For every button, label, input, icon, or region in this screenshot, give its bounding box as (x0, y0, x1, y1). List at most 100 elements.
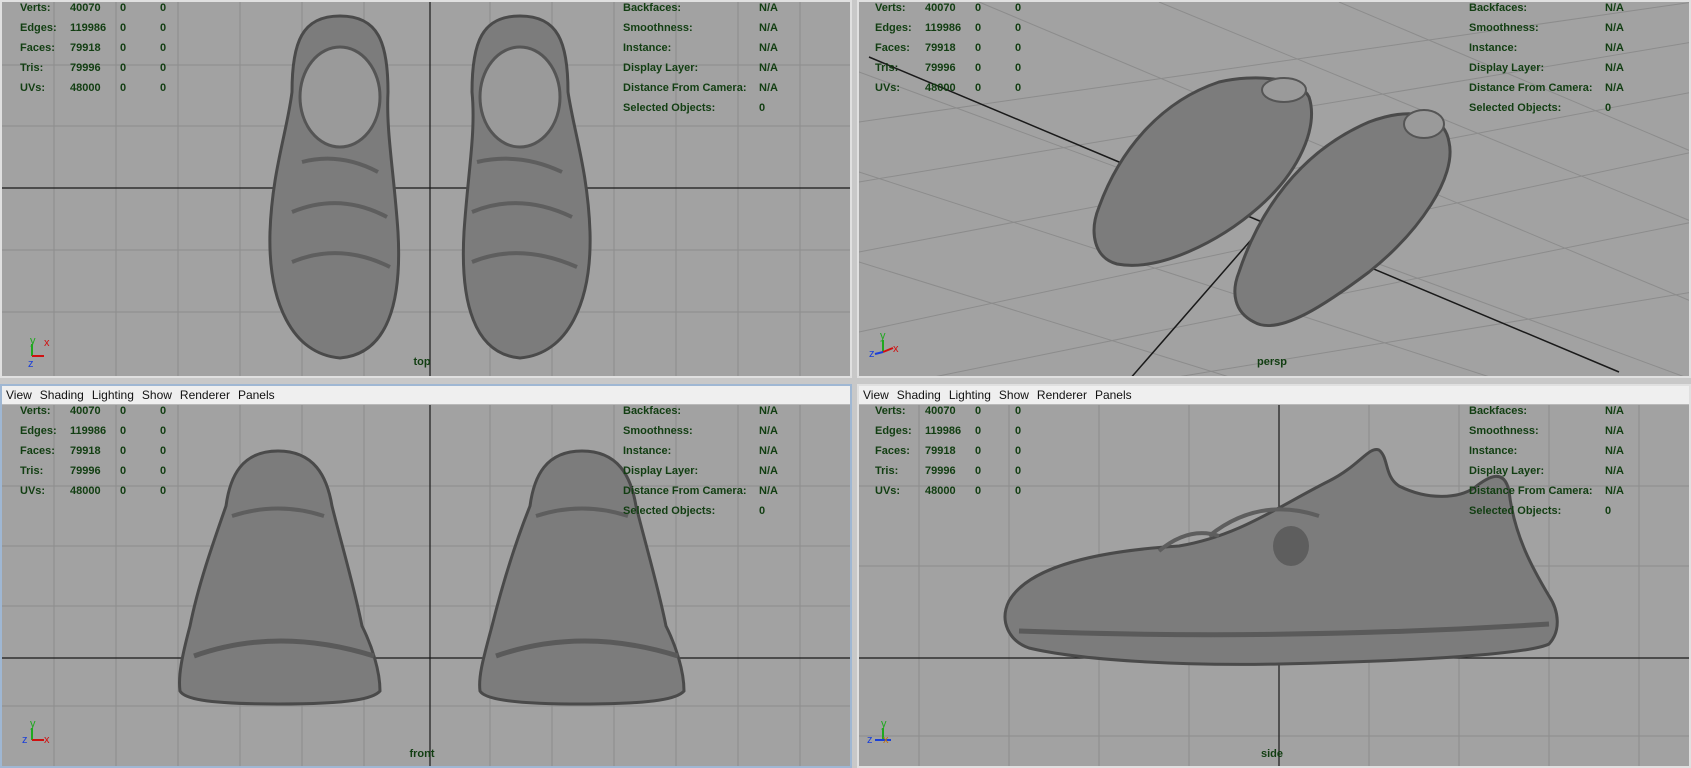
menu-shading[interactable]: Shading (40, 388, 84, 402)
info-row: Distance From Camera: N/A (1469, 485, 1669, 505)
stat-value: 119986 (70, 22, 107, 34)
info-value: N/A (1605, 445, 1624, 457)
info-value: 0 (1605, 505, 1612, 517)
poly-stats-persp: Verts: 40070 0 0 Edges: 119986 0 0 Faces: 79918 0 0… (875, 2, 1045, 102)
stat-value: 0 (1015, 425, 1022, 437)
stat-value: 0 (1015, 465, 1022, 477)
stat-value: 79918 (925, 445, 956, 457)
shoe-top-right[interactable] (461, 14, 592, 360)
stat-label: Tris: (20, 465, 44, 477)
menu-lighting[interactable]: Lighting (92, 388, 134, 402)
stat-value: 0 (975, 82, 982, 94)
axis-gizmo-front: y x z (22, 718, 50, 746)
info-value: N/A (759, 405, 778, 417)
menu-shading[interactable]: Shading (897, 388, 941, 402)
stat-row: Verts: 40070 0 0 (875, 2, 1045, 22)
stat-value: 0 (120, 22, 127, 34)
stat-label: Faces: (20, 445, 55, 457)
stat-value: 48000 (70, 485, 101, 497)
viewport-top[interactable]: Verts: 40070 0 0 Edges: 119986 0 0 Faces: 79918 0 0… (0, 0, 852, 378)
menu-show[interactable]: Show (142, 388, 172, 402)
menu-panels[interactable]: Panels (238, 388, 275, 402)
stat-value: 0 (160, 42, 167, 54)
info-row: Smoothness: N/A (623, 425, 823, 445)
stat-value: 0 (120, 405, 127, 417)
menu-show[interactable]: Show (999, 388, 1029, 402)
stat-value: 40070 (925, 2, 956, 14)
axis-y-label: y (880, 330, 886, 342)
menu-renderer[interactable]: Renderer (180, 388, 230, 402)
stat-value: 40070 (925, 405, 956, 417)
info-label: Instance: (1469, 42, 1518, 54)
info-value: N/A (759, 485, 778, 497)
info-value: N/A (1605, 405, 1624, 417)
stat-row: UVs: 48000 0 0 (20, 485, 190, 505)
stat-value: 79918 (925, 42, 956, 54)
menu-view[interactable]: View (6, 388, 32, 402)
stat-label: Faces: (20, 42, 55, 54)
axis-x-label: x (883, 734, 889, 746)
stat-row: Faces: 79918 0 0 (875, 445, 1045, 465)
viewport-persp[interactable]: Verts: 40070 0 0 Edges: 119986 0 0 Faces: 79918 0 0… (857, 0, 1691, 378)
info-row: Display Layer: N/A (623, 465, 823, 485)
stat-value: 0 (120, 425, 127, 437)
stat-value: 48000 (70, 82, 101, 94)
axis-gizmo-top: y x z (28, 335, 50, 370)
info-row: Selected Objects: 0 (1469, 505, 1669, 525)
stat-row: Edges: 119986 0 0 (20, 22, 190, 42)
stat-value: 0 (1015, 62, 1022, 74)
shoe-front-left[interactable] (178, 449, 382, 706)
info-row: Instance: N/A (1469, 445, 1669, 465)
stat-value: 0 (1015, 445, 1022, 457)
info-label: Instance: (623, 445, 672, 457)
stat-value: 0 (120, 465, 127, 477)
object-info: Backfaces: N/A Smoothness: N/A Instance: N/A D… (623, 2, 823, 122)
stat-row: Tris: 79996 0 0 (20, 62, 190, 82)
stat-row: UVs: 48000 0 0 (875, 82, 1045, 102)
stat-value: 48000 (925, 82, 956, 94)
stat-value: 119986 (925, 425, 962, 437)
stat-label: Verts: (20, 405, 51, 417)
info-label: Distance From Camera: (1469, 82, 1593, 94)
info-row: Smoothness: N/A (1469, 22, 1669, 42)
info-label: Selected Objects: (1469, 505, 1562, 517)
poly-stats-side: Verts: 40070 0 0 Edges: 119986 0 0 Faces: 79918 0 0… (875, 405, 1045, 505)
info-row: Display Layer: N/A (1469, 465, 1669, 485)
stat-row: Verts: 40070 0 0 (875, 405, 1045, 425)
stat-row: Tris: 79996 0 0 (875, 465, 1045, 485)
stat-value: 48000 (925, 485, 956, 497)
menu-view[interactable]: View (863, 388, 889, 402)
stat-row: Tris: 79996 0 0 (20, 465, 190, 485)
viewport-front[interactable]: View Shading Lighting Show Renderer Pane… (0, 384, 852, 768)
info-label: Backfaces: (623, 405, 682, 417)
info-row: Distance From Camera: N/A (623, 485, 823, 505)
info-row: Instance: N/A (1469, 42, 1669, 62)
viewport-side[interactable]: View Shading Lighting Show Renderer Pane… (857, 384, 1691, 768)
stat-row: Edges: 119986 0 0 (875, 22, 1045, 42)
axis-z-label: z (869, 348, 875, 360)
stat-value: 0 (975, 465, 982, 477)
stat-label: Faces: (875, 445, 910, 457)
stat-value: 0 (160, 485, 167, 497)
menu-lighting[interactable]: Lighting (949, 388, 991, 402)
info-row: Smoothness: N/A (623, 22, 823, 42)
info-row: Backfaces: N/A (623, 2, 823, 22)
stat-row: Faces: 79918 0 0 (20, 42, 190, 62)
shoe-top-left[interactable] (268, 14, 401, 360)
info-label: Selected Objects: (623, 102, 716, 114)
stat-value: 0 (160, 82, 167, 94)
panel-menubar-front: View Shading Lighting Show Renderer Pane… (2, 386, 850, 405)
stat-value: 0 (160, 62, 167, 74)
info-row: Selected Objects: 0 (623, 505, 823, 525)
stat-value: 40070 (70, 405, 101, 417)
info-label: Selected Objects: (1469, 102, 1562, 114)
stat-value: 0 (975, 485, 982, 497)
info-value: N/A (1605, 82, 1624, 94)
info-label: Selected Objects: (623, 505, 716, 517)
stat-label: Verts: (875, 2, 906, 14)
menu-panels[interactable]: Panels (1095, 388, 1132, 402)
stat-value: 79996 (70, 465, 101, 477)
info-value: N/A (759, 2, 778, 14)
stat-label: UVs: (20, 485, 46, 497)
menu-renderer[interactable]: Renderer (1037, 388, 1087, 402)
